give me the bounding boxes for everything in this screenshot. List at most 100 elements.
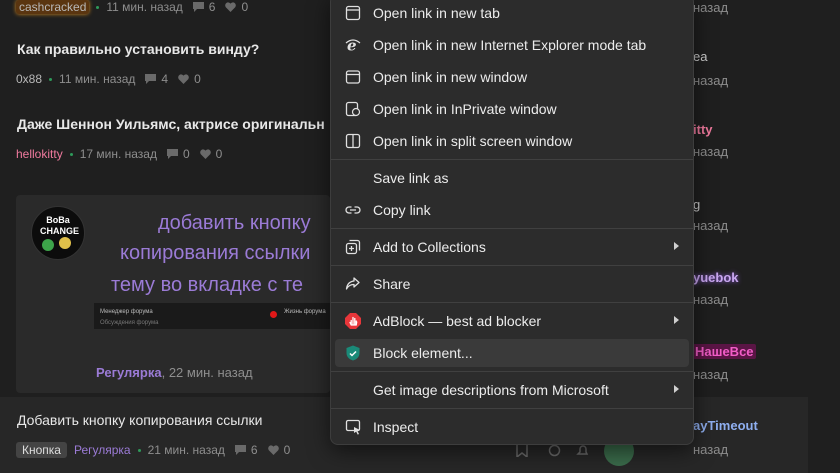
inspect-icon [345, 419, 361, 435]
comments-value: 6 [208, 0, 216, 14]
post-author[interactable]: hellokitty [16, 147, 63, 161]
menu-item-open-new-tab[interactable]: Open link in new tab [335, 0, 689, 27]
menu-separator [331, 408, 693, 409]
split-screen-icon [345, 133, 361, 149]
collections-icon [345, 239, 361, 255]
post-author[interactable]: 0x88 [16, 72, 42, 86]
menu-item-block-element[interactable]: Block element... [335, 339, 689, 367]
likes-count: 0 [199, 147, 223, 161]
comments-count: 0 [166, 147, 190, 161]
menu-item-inspect[interactable]: Inspect [335, 413, 689, 441]
menu-item-label: AdBlock — best ad blocker [373, 313, 542, 329]
inprivate-icon [345, 101, 361, 117]
likes-count: 0 [178, 72, 201, 86]
bell-icon[interactable] [576, 444, 589, 457]
post-time: 11 мин. назад [59, 72, 136, 86]
menu-item-open-split-screen[interactable]: Open link in split screen window [335, 127, 689, 155]
chevron-right-icon [674, 242, 679, 250]
menu-item-open-inprivate[interactable]: Open link in InPrivate window [335, 95, 689, 123]
online-dot [69, 152, 73, 156]
preview-text-line: добавить кнопку [158, 212, 311, 234]
menu-item-label: Open link in split screen window [373, 133, 573, 149]
menu-item-adblock[interactable]: AdBlock — best ad blocker [335, 307, 689, 335]
heart-icon [199, 149, 211, 159]
new-tab-icon [345, 5, 361, 21]
post-title[interactable]: Добавить кнопку копирования ссылки [17, 412, 262, 428]
post-author[interactable]: cashcracked [16, 0, 90, 14]
new-window-icon [345, 70, 361, 84]
last-reply-time: назад [693, 292, 729, 307]
comments-value: 0 [182, 147, 190, 161]
menu-item-image-descriptions[interactable]: Get image descriptions from Microsoft [335, 376, 689, 404]
preview-meta: Регулярка, 22 мин. назад [96, 365, 253, 380]
internet-explorer-icon: e [345, 37, 361, 53]
preview-text-line: тему во вкладке с те [111, 274, 304, 296]
comments-value: 6 [250, 443, 258, 457]
menu-item-label: Add to Collections [373, 239, 486, 255]
menu-item-copy-link[interactable]: Copy link [335, 196, 689, 224]
menu-separator [331, 159, 693, 160]
likes-value: 0 [283, 443, 291, 457]
menu-item-label: Open link in new tab [373, 5, 500, 21]
last-reply-time: назад [693, 0, 729, 15]
heart-icon [225, 2, 237, 12]
eye-off-icon[interactable] [548, 444, 561, 457]
comment-icon [234, 445, 246, 455]
red-dot-icon [270, 311, 277, 318]
likes-count: 0 [267, 443, 291, 457]
comment-icon [145, 74, 157, 84]
post-time: 17 мин. назад [79, 147, 157, 161]
likes-count: 0 [225, 0, 248, 14]
last-reply-author[interactable]: ayTimeout [693, 418, 758, 433]
last-reply-author[interactable]: yuebok [693, 270, 739, 285]
menu-separator [331, 265, 693, 266]
post-meta: 0x88 11 мин. назад 4 0 [16, 72, 201, 86]
menu-separator [331, 302, 693, 303]
post-title[interactable]: Как правильно установить винду? [17, 41, 259, 57]
category-link[interactable]: Регулярка [74, 443, 131, 457]
last-reply-time: назад [693, 367, 729, 382]
share-icon [345, 277, 360, 290]
menu-item-add-to-collections[interactable]: Add to Collections [335, 233, 689, 261]
menu-item-label: Block element... [373, 345, 473, 361]
post-meta: hellokitty 17 мин. назад 0 0 [16, 147, 222, 161]
category-link[interactable]: Регулярка [96, 365, 162, 380]
menu-item-save-link-as[interactable]: Save link as [335, 164, 689, 192]
menu-item-label: Get image descriptions from Microsoft [373, 382, 609, 398]
post-preview-card[interactable]: BoBa CHANGE добавить кнопку копирования … [16, 195, 330, 393]
menu-item-open-ie-mode-tab[interactable]: e Open link in new Internet Explorer mod… [335, 31, 689, 59]
online-dot [49, 77, 53, 81]
last-reply-time: назад [693, 73, 729, 88]
comment-icon [166, 149, 178, 159]
post-title[interactable]: Даже Шеннон Уильямс, актрисе оригинальн [17, 116, 325, 132]
menu-item-open-new-window[interactable]: Open link in new window [335, 63, 689, 91]
post-time: 11 мин. назад [106, 0, 183, 14]
mini-label: Менеджер форума [100, 309, 153, 315]
preview-text-line: копирования ссылки [120, 242, 311, 264]
tag-badge[interactable]: Кнопка [16, 442, 67, 458]
mini-label: Обсуждения форума [100, 320, 159, 326]
chevron-right-icon [674, 316, 679, 324]
bookmark-icon[interactable] [516, 444, 528, 457]
avatar-decoration [59, 237, 71, 249]
comments-value: 4 [161, 72, 169, 86]
avatar-text: BoBa CHANGE [40, 215, 80, 236]
comments-count: 4 [145, 72, 168, 86]
menu-item-label: Open link in InPrivate window [373, 101, 557, 117]
last-reply-author[interactable]: itty [693, 122, 713, 137]
last-reply-time: назад [693, 144, 729, 159]
last-reply-author[interactable]: g [693, 197, 700, 212]
likes-value: 0 [241, 0, 249, 14]
online-dot [96, 5, 100, 9]
online-dot [137, 448, 141, 452]
menu-item-label: Copy link [373, 202, 431, 218]
last-reply-author[interactable]: НашеВсе [693, 344, 756, 359]
likes-value: 0 [215, 147, 223, 161]
menu-item-label: Save link as [373, 170, 449, 186]
last-reply-author[interactable]: ea [693, 49, 707, 64]
chevron-right-icon [674, 385, 679, 393]
comments-count: 6 [192, 0, 216, 14]
menu-item-share[interactable]: Share [335, 270, 689, 298]
last-reply-time: назад [693, 218, 729, 233]
preview-screenshot: Менеджер форума Жизнь форума Обсуждения … [94, 303, 330, 329]
